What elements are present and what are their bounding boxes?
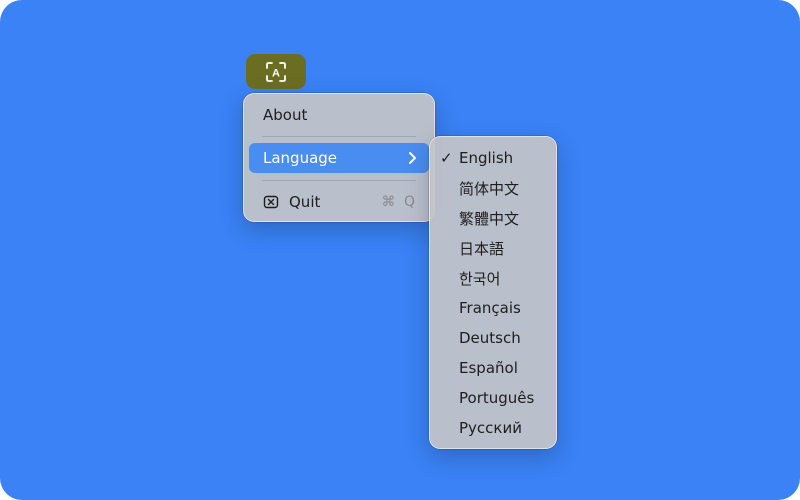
language-item-japanese[interactable]: 日本語: [440, 233, 550, 263]
menu-item-language-label: Language: [263, 149, 338, 167]
close-box-icon: [263, 194, 279, 210]
language-item-label: Français: [459, 299, 521, 317]
quit-shortcut: ⌘ Q: [381, 194, 417, 210]
language-item-simplified-chinese[interactable]: 简体中文: [440, 173, 550, 203]
status-menu: About Language Quit ⌘ Q: [243, 93, 435, 222]
menu-item-about-label: About: [263, 106, 308, 124]
status-item-glyph: A: [272, 67, 280, 79]
language-item-label: 한국어: [459, 269, 501, 288]
chevron-right-icon: [409, 152, 416, 164]
text-recognition-icon: A: [266, 61, 286, 82]
language-item-label: English: [459, 149, 514, 167]
language-item-label: Русский: [459, 419, 522, 437]
language-submenu: ✓ English 简体中文 繁體中文 日本語 한국어 Français Deu…: [429, 136, 557, 449]
language-item-label: 繁體中文: [459, 209, 520, 228]
language-item-label: Português: [459, 389, 535, 407]
language-item-russian[interactable]: Русский: [440, 413, 550, 443]
language-item-label: Deutsch: [459, 329, 521, 347]
menu-separator: [262, 180, 416, 181]
language-item-french[interactable]: Français: [440, 293, 550, 323]
language-item-label: 日本語: [459, 239, 505, 258]
menu-bar-status-item[interactable]: A: [246, 54, 306, 89]
language-item-portuguese[interactable]: Português: [440, 383, 550, 413]
desktop-background: A About Language Quit ⌘ Q ✓ English 简体中文…: [0, 0, 800, 500]
language-item-label: 简体中文: [459, 179, 520, 198]
menu-item-language[interactable]: Language: [249, 143, 429, 173]
language-item-german[interactable]: Deutsch: [440, 323, 550, 353]
language-item-label: Español: [459, 359, 518, 377]
language-item-traditional-chinese[interactable]: 繁體中文: [440, 203, 550, 233]
menu-item-quit-label: Quit: [289, 193, 321, 211]
menu-item-about[interactable]: About: [249, 100, 429, 130]
checkmark-icon: ✓: [440, 149, 453, 167]
language-item-english[interactable]: ✓ English: [440, 143, 550, 173]
menu-item-quit[interactable]: Quit ⌘ Q: [249, 187, 429, 217]
menu-separator: [262, 136, 416, 137]
language-item-korean[interactable]: 한국어: [440, 263, 550, 293]
language-item-spanish[interactable]: Español: [440, 353, 550, 383]
